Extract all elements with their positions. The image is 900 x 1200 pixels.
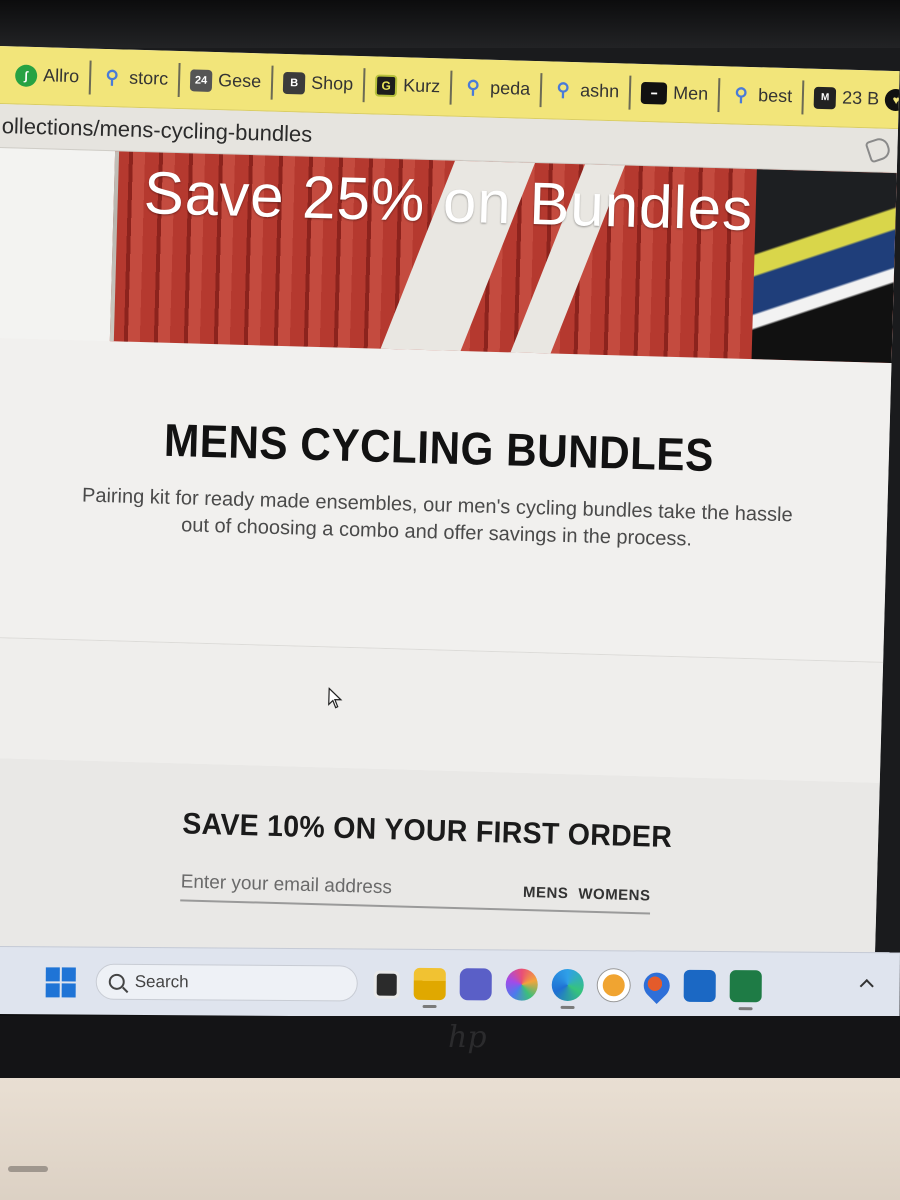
bookmark-label: best bbox=[757, 85, 793, 107]
outlook-icon[interactable] bbox=[683, 969, 716, 1002]
taskbar-apps bbox=[373, 967, 762, 1004]
hero-banner[interactable]: Save 25% on Bundles bbox=[109, 151, 897, 364]
browser-window: ∫ Allro ⚲ storc 24 Gese B Shop G Kurz ⚲ … bbox=[0, 46, 900, 1041]
search-icon: ⚲ bbox=[105, 66, 120, 88]
bookmark-label: peda bbox=[489, 77, 531, 99]
heart-icon: ♥ bbox=[884, 88, 900, 111]
hp-logo: hp bbox=[448, 1020, 487, 1055]
tag-icon[interactable] bbox=[864, 135, 893, 164]
bookmark-allro[interactable]: ∫ Allro bbox=[4, 57, 92, 95]
bookmark-men[interactable]: ▬ Men bbox=[630, 75, 721, 112]
bookmark-label: Kurz bbox=[402, 75, 441, 97]
collection-title: MENS CYCLING BUNDLES bbox=[163, 413, 715, 482]
windows-start-icon[interactable] bbox=[45, 967, 76, 998]
mens-button[interactable]: MENS bbox=[523, 883, 569, 901]
bookmark-label: storc bbox=[128, 67, 169, 89]
email-input[interactable] bbox=[180, 871, 481, 902]
search-icon: ⚲ bbox=[734, 84, 749, 105]
search-icon: ⚲ bbox=[466, 77, 481, 98]
newsletter-heading: SAVE 10% ON YOUR FIRST ORDER bbox=[181, 807, 673, 855]
content-area bbox=[0, 637, 884, 783]
file-explorer-icon[interactable] bbox=[373, 970, 400, 999]
hero-title: Save 25% on Bundles bbox=[143, 159, 755, 244]
laptop-deck bbox=[0, 1078, 900, 1200]
taskbar-search-label: Search bbox=[134, 971, 189, 992]
m-icon: M bbox=[813, 86, 837, 109]
maps-icon[interactable] bbox=[638, 967, 676, 1004]
excel-icon[interactable] bbox=[729, 970, 762, 1003]
keeper-icon[interactable] bbox=[597, 969, 630, 1002]
windows-taskbar: Search bbox=[0, 946, 900, 1021]
bookmark-label: ashn bbox=[579, 80, 620, 102]
bookmark-shop[interactable]: B Shop bbox=[272, 65, 366, 102]
edge-icon[interactable] bbox=[551, 968, 584, 1002]
mouse-cursor-icon bbox=[328, 687, 343, 709]
copilot-icon[interactable] bbox=[505, 968, 538, 1001]
gender-buttons: MENS WOMENS bbox=[523, 883, 651, 904]
alfine-icon: ▬ bbox=[640, 81, 668, 105]
bookmark-kurz[interactable]: G Kurz bbox=[364, 67, 453, 105]
bookmark-label: Gese bbox=[217, 70, 262, 92]
bookmark-best[interactable]: ⚲ best bbox=[719, 77, 805, 114]
bookmark-gese[interactable]: 24 Gese bbox=[179, 62, 274, 100]
url-text: ollections/mens-cycling-bundles bbox=[1, 112, 313, 147]
teams-icon[interactable] bbox=[459, 968, 492, 1001]
bookmark-label: Shop bbox=[310, 72, 354, 94]
hero-wall-image bbox=[109, 151, 120, 342]
kurz-icon: G bbox=[374, 73, 398, 97]
hero-cyclist-image bbox=[751, 169, 897, 364]
bookmark-label: Men bbox=[672, 82, 709, 104]
collection-description: Pairing kit for ready made ensembles, ou… bbox=[81, 484, 793, 551]
newsletter-form: MENS WOMENS bbox=[180, 865, 652, 915]
bookmark-23b[interactable]: M 23 B ♥ bbox=[803, 79, 900, 118]
collection-intro: MENS CYCLING BUNDLES Pairing kit for rea… bbox=[0, 337, 892, 663]
search-icon: ⚲ bbox=[556, 79, 571, 100]
monitor-bezel bbox=[0, 0, 900, 48]
bookmark-label: Allro bbox=[42, 65, 80, 87]
allrounder-icon: ∫ bbox=[14, 63, 38, 87]
bookmark-storc[interactable]: ⚲ storc bbox=[90, 60, 181, 97]
bookmark-ashn[interactable]: ⚲ ashn bbox=[541, 72, 632, 110]
womens-button[interactable]: WOMENS bbox=[578, 885, 651, 904]
24-icon: 24 bbox=[189, 68, 213, 92]
search-icon bbox=[108, 973, 125, 990]
shop-icon: B bbox=[282, 71, 306, 95]
folder-icon[interactable] bbox=[413, 967, 446, 1001]
bookmark-peda[interactable]: ⚲ peda bbox=[451, 70, 543, 107]
chevron-up-icon[interactable] bbox=[859, 978, 874, 994]
laptop-slot bbox=[8, 1166, 48, 1172]
taskbar-search[interactable]: Search bbox=[95, 963, 358, 1002]
bookmark-label: 23 B bbox=[841, 87, 880, 109]
